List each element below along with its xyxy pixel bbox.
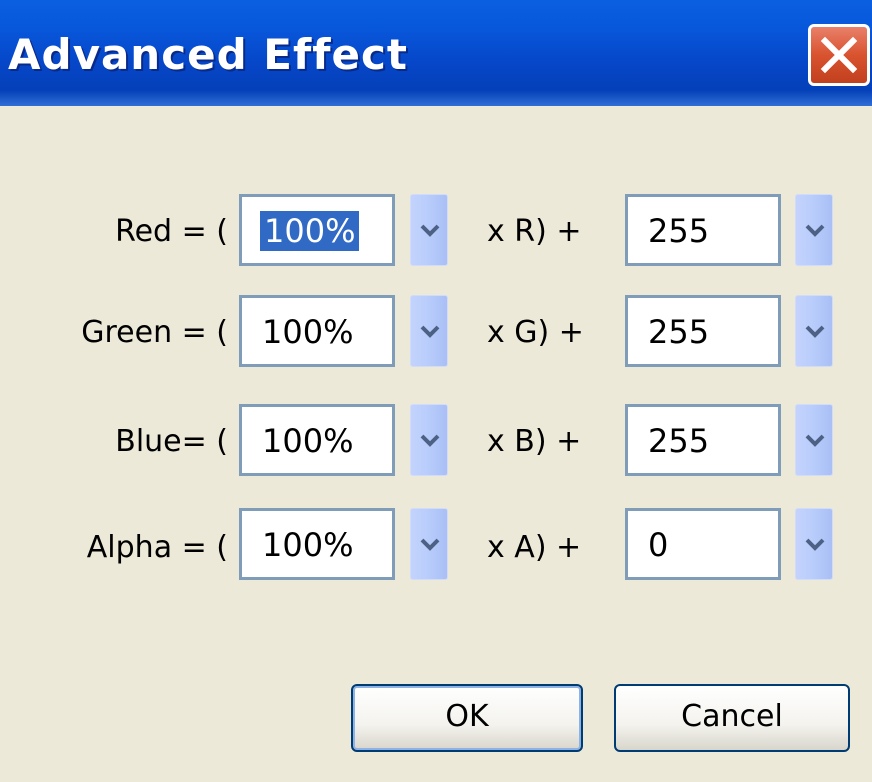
red-channel-label: x R) + — [487, 214, 582, 249]
blue-offset-value: 255 — [648, 422, 710, 460]
ok-button[interactable]: OK — [351, 684, 583, 752]
red-offset-dropdown[interactable] — [795, 194, 833, 266]
green-label: Green = ( — [81, 315, 228, 350]
window-title: Advanced Effect — [8, 30, 408, 79]
green-multiplier-dropdown[interactable] — [410, 295, 448, 367]
red-multiplier-value: 100% — [260, 211, 360, 251]
blue-multiplier-dropdown[interactable] — [410, 404, 448, 476]
red-offset-value: 255 — [648, 212, 710, 250]
green-channel-label: x G) + — [487, 315, 584, 350]
red-label: Red = ( — [115, 214, 228, 249]
alpha-label: Alpha = ( — [86, 530, 228, 565]
green-offset-value: 255 — [648, 313, 710, 351]
alpha-multiplier-value: 100% — [262, 526, 354, 564]
alpha-offset-value: 0 — [648, 526, 669, 564]
chevron-down-icon — [420, 224, 440, 237]
blue-multiplier-input[interactable]: 100% — [239, 404, 395, 476]
cancel-button[interactable]: Cancel — [614, 684, 850, 752]
title-bar[interactable]: Advanced Effect — [0, 0, 872, 106]
chevron-down-icon — [805, 538, 825, 551]
chevron-down-icon — [805, 325, 825, 338]
blue-offset-input[interactable]: 255 — [625, 404, 781, 476]
green-offset-dropdown[interactable] — [795, 295, 833, 367]
alpha-multiplier-input[interactable]: 100% — [239, 508, 395, 580]
chevron-down-icon — [420, 434, 440, 447]
red-offset-input[interactable]: 255 — [625, 194, 781, 266]
close-icon — [820, 36, 858, 74]
blue-label: Blue= ( — [115, 424, 228, 459]
alpha-offset-dropdown[interactable] — [795, 508, 833, 580]
red-multiplier-input[interactable]: 100% — [239, 194, 395, 266]
alpha-offset-input[interactable]: 0 — [625, 508, 781, 580]
green-multiplier-value: 100% — [262, 313, 354, 351]
chevron-down-icon — [805, 434, 825, 447]
chevron-down-icon — [420, 538, 440, 551]
alpha-channel-label: x A) + — [487, 530, 582, 565]
close-button[interactable] — [808, 24, 870, 86]
green-multiplier-input[interactable]: 100% — [239, 295, 395, 367]
green-offset-input[interactable]: 255 — [625, 295, 781, 367]
blue-multiplier-value: 100% — [262, 422, 354, 460]
red-multiplier-dropdown[interactable] — [410, 194, 448, 266]
chevron-down-icon — [420, 325, 440, 338]
blue-offset-dropdown[interactable] — [795, 404, 833, 476]
alpha-multiplier-dropdown[interactable] — [410, 508, 448, 580]
blue-channel-label: x B) + — [487, 424, 582, 459]
chevron-down-icon — [805, 224, 825, 237]
